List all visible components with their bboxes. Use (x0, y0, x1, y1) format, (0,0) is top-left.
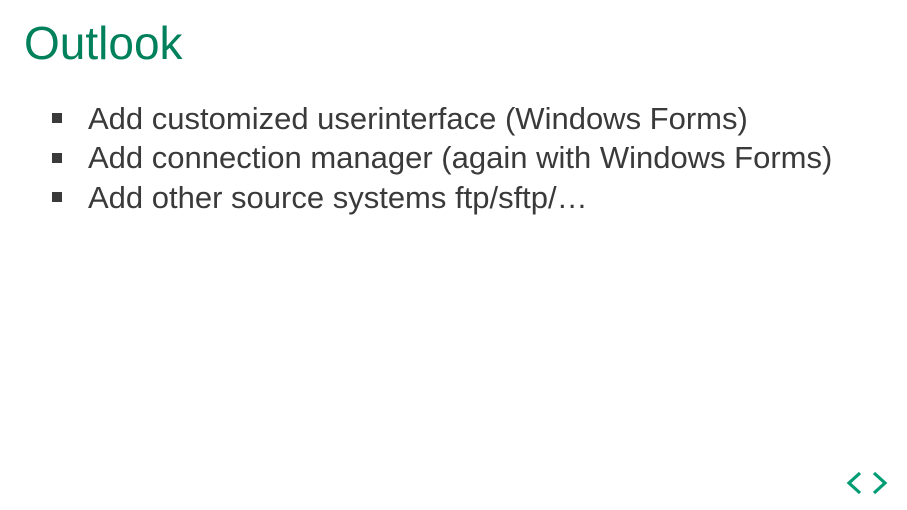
slide-title: Outlook (24, 18, 879, 69)
list-item: Add connection manager (again with Windo… (52, 138, 869, 178)
slide: Outlook Add customized userinterface (Wi… (0, 0, 907, 510)
list-item: Add other source systems ftp/sftp/… (52, 178, 869, 218)
bullet-list: Add customized userinterface (Windows Fo… (24, 99, 879, 218)
brand-logo-icon (845, 470, 889, 496)
list-item: Add customized userinterface (Windows Fo… (52, 99, 869, 139)
